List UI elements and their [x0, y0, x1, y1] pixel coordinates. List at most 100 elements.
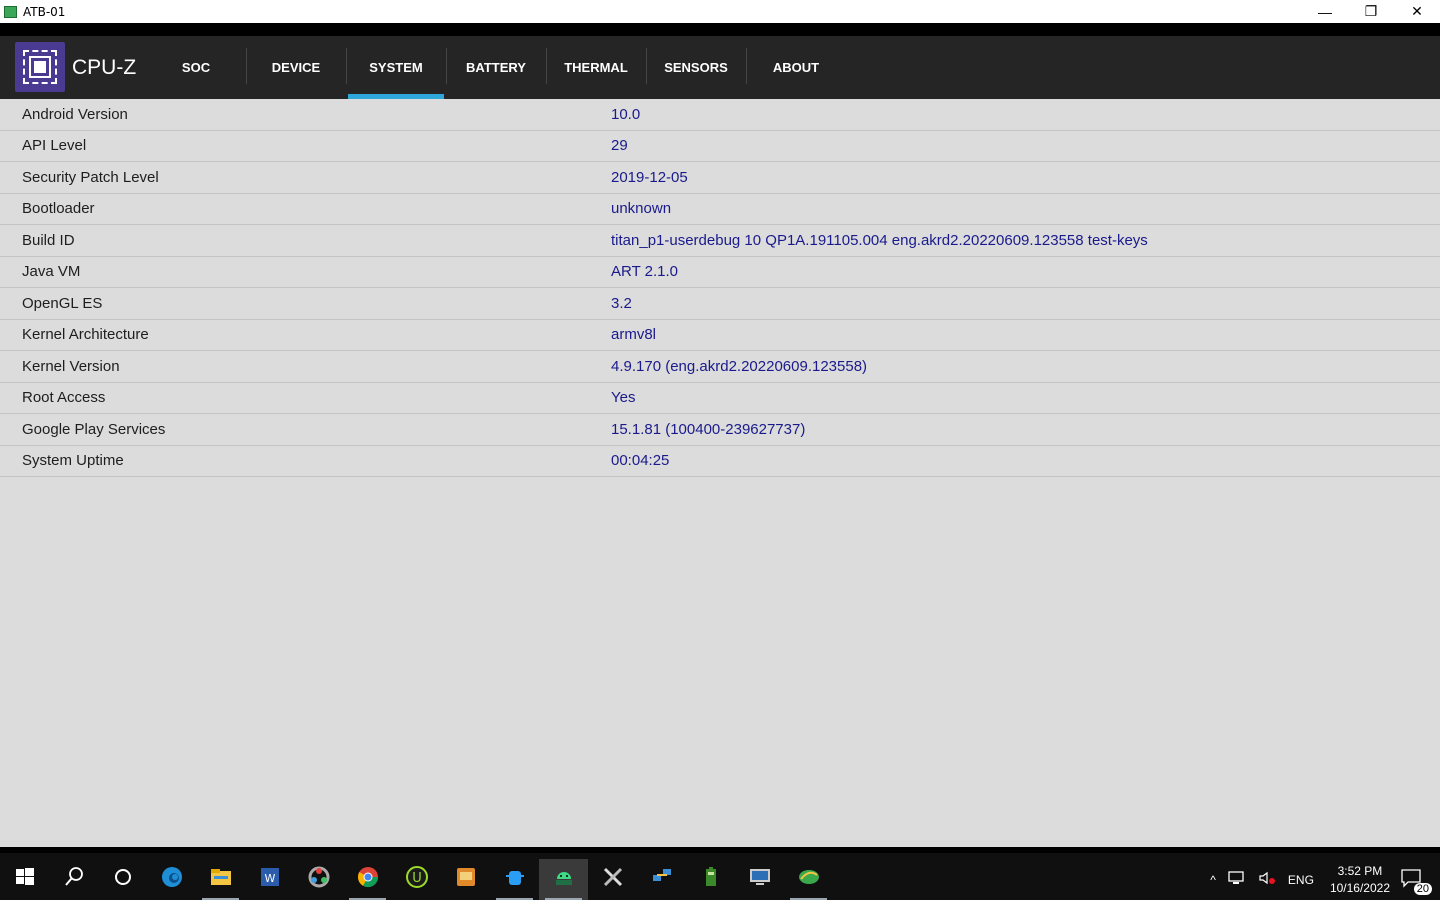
- start-icon: [13, 865, 37, 894]
- table-row: System Uptime 00:04:25: [0, 446, 1440, 477]
- svg-text:U: U: [412, 871, 422, 886]
- taskbar-file-explorer-button[interactable]: [196, 859, 245, 900]
- row-value: 15.1.81 (100400-239627737): [611, 420, 806, 438]
- edge-icon: [160, 865, 184, 894]
- android-debug-icon: [503, 865, 527, 894]
- minimize-button[interactable]: —: [1302, 0, 1348, 23]
- taskbar-android-emulator-button[interactable]: [539, 859, 588, 900]
- tools-icon: [601, 865, 625, 894]
- taskbar-edge-button[interactable]: [147, 859, 196, 900]
- taskbar-battery-app-button[interactable]: [686, 859, 735, 900]
- tab-sensors[interactable]: SENSORS: [646, 36, 746, 99]
- row-label: Kernel Architecture: [22, 326, 149, 344]
- taskbar-search-button[interactable]: [49, 859, 98, 900]
- word-icon: W: [258, 865, 282, 894]
- row-label: OpenGL ES: [22, 294, 103, 312]
- row-value: unknown: [611, 200, 672, 218]
- clock-date: 10/16/2022: [1329, 880, 1390, 895]
- tab-thermal[interactable]: THERMAL: [546, 36, 646, 99]
- system-tray: ^ ENG 3:52 PM 10/16/2022 20: [1204, 859, 1440, 900]
- taskbar-remote-desktop-button[interactable]: [735, 859, 784, 900]
- table-row: Kernel Architecture armv8l: [0, 320, 1440, 351]
- chrome-icon: [356, 865, 380, 894]
- cpu-chip-logo-icon: [15, 42, 65, 92]
- row-value: ART 2.1.0: [611, 263, 678, 281]
- table-row: Google Play Services 15.1.81 (100400-2396…: [0, 414, 1440, 446]
- status-strip: [0, 23, 1440, 36]
- network-config-icon: [650, 865, 674, 894]
- taskbar-android-debug-button[interactable]: [490, 859, 539, 900]
- table-row: Android Version 10.0: [0, 99, 1440, 131]
- tab-system[interactable]: SYSTEM: [346, 36, 446, 99]
- tab-bar: SOC DEVICE SYSTEM BATTERY THERMAL SENSORS ABOU…: [146, 36, 846, 99]
- table-row: OpenGL ES 3.2: [0, 288, 1440, 320]
- svg-text:W: W: [264, 872, 275, 885]
- table-row: Root Access Yes: [0, 383, 1440, 414]
- tab-about[interactable]: ABOUT: [746, 36, 846, 99]
- volume-muted-icon[interactable]: [1258, 870, 1276, 889]
- row-label: Root Access: [22, 389, 106, 407]
- taskbar-cortana-button[interactable]: [98, 859, 147, 900]
- taskbar-tools-button[interactable]: [588, 859, 637, 900]
- clock-time: 3:52 PM: [1337, 863, 1383, 878]
- window-titlebar: ATB-01 — ❐ ✕: [0, 0, 1440, 23]
- davinci-icon: [307, 865, 331, 894]
- row-value: 2019-12-05: [611, 168, 688, 186]
- row-label: System Uptime: [22, 452, 124, 470]
- row-label: API Level: [22, 137, 87, 155]
- table-row: API Level 29: [0, 131, 1440, 162]
- taskbar-word-button[interactable]: W: [245, 859, 294, 900]
- window-title: ATB-01: [23, 4, 66, 19]
- windows-taskbar: W U ^ ENG 3:52 PM 10/16/2022 20: [0, 847, 1440, 900]
- show-hidden-icons-chevron-icon[interactable]: ^: [1210, 873, 1216, 887]
- notification-center-icon[interactable]: 20: [1400, 868, 1432, 895]
- restore-button[interactable]: ❐: [1348, 0, 1394, 23]
- intellij-icon: U: [405, 865, 429, 894]
- taskbar-internet-download-button[interactable]: [784, 859, 833, 900]
- row-value: 00:04:25: [611, 452, 670, 470]
- app-header: CPU-Z SOC DEVICE SYSTEM BATTERY THERMAL SENSO…: [0, 36, 1440, 99]
- table-row: Build ID titan_p1-userdebug 10 QP1A.19110…: [0, 225, 1440, 257]
- internet-download-icon: [797, 865, 821, 894]
- row-value: titan_p1-userdebug 10 QP1A.191105.004 en…: [611, 231, 1148, 249]
- row-label: Kernel Version: [22, 357, 120, 375]
- clock[interactable]: 3:52 PM 10/16/2022: [1330, 863, 1390, 897]
- row-value: 4.9.170 (eng.akrd2.20220609.123558): [611, 357, 868, 375]
- tab-device[interactable]: DEVICE: [246, 36, 346, 99]
- app-window-icon: [4, 5, 17, 18]
- close-button[interactable]: ✕: [1394, 0, 1440, 23]
- taskbar-network-config-button[interactable]: [637, 859, 686, 900]
- remote-desktop-icon: [748, 865, 772, 894]
- row-label: Java VM: [22, 263, 81, 281]
- row-label: Google Play Services: [22, 420, 166, 438]
- taskbar-intellij-button[interactable]: U: [392, 859, 441, 900]
- row-value: Yes: [611, 389, 636, 407]
- row-label: Build ID: [22, 231, 75, 249]
- network-icon[interactable]: [1228, 870, 1246, 889]
- row-value: 3.2: [611, 294, 632, 312]
- language-indicator[interactable]: ENG: [1288, 873, 1314, 887]
- taskbar-start-button[interactable]: [0, 859, 49, 900]
- row-value: armv8l: [611, 326, 657, 344]
- table-row: Java VM ART 2.1.0: [0, 257, 1440, 288]
- search-icon: [62, 865, 86, 894]
- table-row: Kernel Version 4.9.170 (eng.akrd2.2022060…: [0, 351, 1440, 383]
- table-row: Bootloader unknown: [0, 194, 1440, 225]
- taskbar-chrome-button[interactable]: [343, 859, 392, 900]
- row-value: 10.0: [611, 105, 641, 123]
- taskbar-hxd-button[interactable]: [441, 859, 490, 900]
- file-explorer-icon: [209, 865, 233, 894]
- tab-soc[interactable]: SOC: [146, 36, 246, 99]
- row-label: Android Version: [22, 105, 128, 123]
- hxd-icon: [454, 865, 478, 894]
- tab-battery[interactable]: BATTERY: [446, 36, 546, 99]
- row-value: 29: [611, 137, 628, 155]
- android-emulator-icon: [552, 865, 576, 894]
- row-label: Security Patch Level: [22, 168, 159, 186]
- notification-count-badge: 20: [1413, 882, 1432, 895]
- system-info-table: Android Version 10.0 API Level 29 Security P…: [0, 99, 1440, 847]
- taskbar-davinci-button[interactable]: [294, 859, 343, 900]
- battery-app-icon: [699, 865, 723, 894]
- app-name: CPU-Z: [72, 56, 137, 79]
- table-row: Security Patch Level 2019-12-05: [0, 162, 1440, 194]
